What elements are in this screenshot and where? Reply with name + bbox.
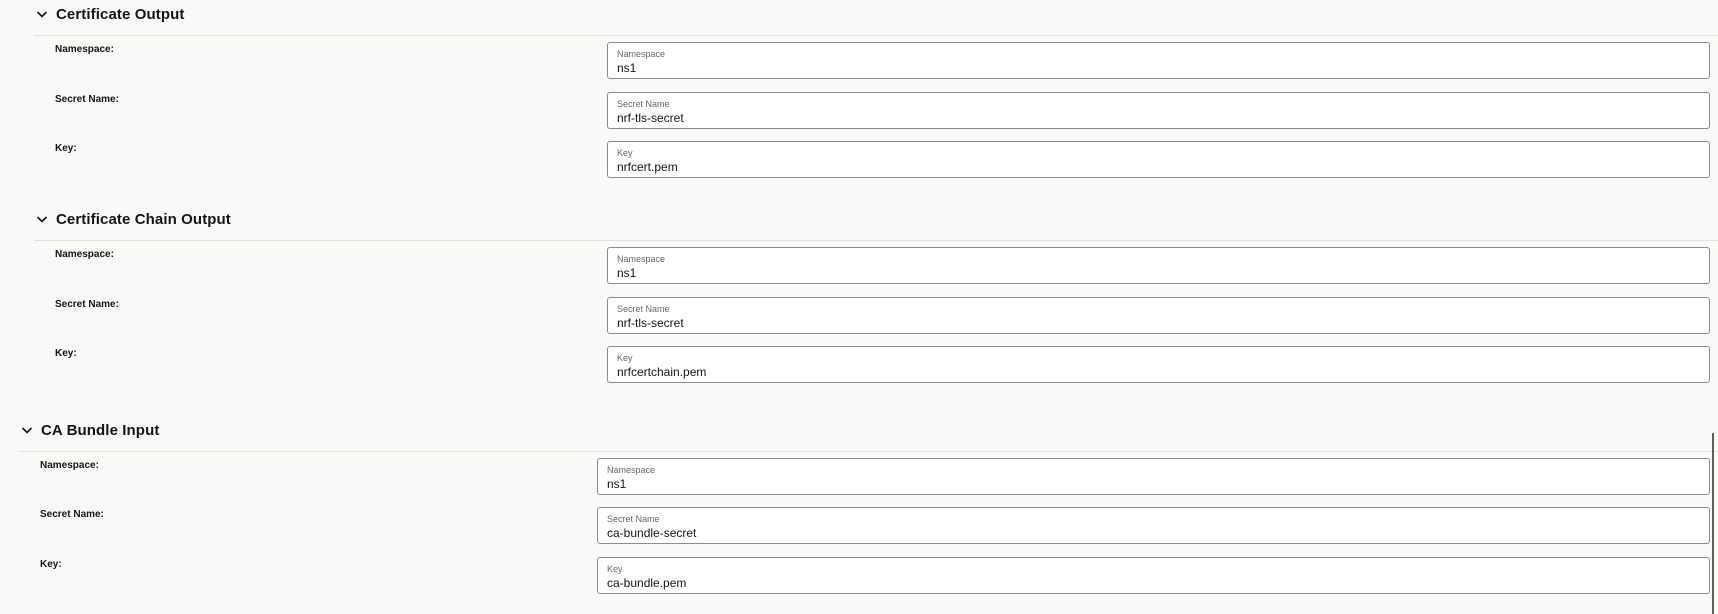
section-title: Certificate Output xyxy=(56,5,185,23)
section-header-ca-bundle-input[interactable]: CA Bundle Input xyxy=(19,419,159,441)
namespace-input[interactable] xyxy=(617,266,1608,280)
form-row-key: Key: Key xyxy=(55,346,1710,385)
secret-name-label: Secret Name: xyxy=(40,509,104,520)
secret-name-label: Secret Name: xyxy=(55,94,119,105)
namespace-label: Namespace: xyxy=(55,44,114,55)
section-header-certificate-output[interactable]: Certificate Output xyxy=(34,3,184,25)
field-caption: Namespace xyxy=(617,49,666,59)
namespace-label: Namespace: xyxy=(55,249,114,260)
namespace-field[interactable]: Namespace xyxy=(607,42,1710,79)
field-caption: Key xyxy=(607,564,623,574)
namespace-input[interactable] xyxy=(617,61,1608,75)
section-divider xyxy=(34,35,1718,36)
field-caption: Secret Name xyxy=(607,514,660,524)
field-caption: Key xyxy=(617,148,633,158)
form-row-namespace: Namespace: Namespace xyxy=(55,247,1710,286)
secret-name-label: Secret Name: xyxy=(55,299,119,310)
key-label: Key: xyxy=(40,559,62,570)
form-row-key: Key: Key xyxy=(40,557,1710,596)
form-row-secret-name: Secret Name: Secret Name xyxy=(55,297,1710,336)
section-title: CA Bundle Input xyxy=(41,421,160,439)
form-row-namespace: Namespace: Namespace xyxy=(55,42,1710,81)
chevron-down-icon[interactable] xyxy=(34,211,50,227)
form-row-secret-name: Secret Name: Secret Name xyxy=(40,507,1710,546)
field-caption: Namespace xyxy=(607,465,656,475)
form-row-namespace: Namespace: Namespace xyxy=(40,458,1710,497)
namespace-input[interactable] xyxy=(607,477,1607,491)
field-caption: Namespace xyxy=(617,254,666,264)
section-divider xyxy=(34,240,1718,241)
key-input[interactable] xyxy=(617,365,1608,379)
secret-name-input[interactable] xyxy=(617,316,1608,330)
section-divider xyxy=(19,451,1718,452)
form-row-secret-name: Secret Name: Secret Name xyxy=(55,92,1710,131)
key-label: Key: xyxy=(55,143,77,154)
namespace-field[interactable]: Namespace xyxy=(597,458,1710,495)
field-caption: Secret Name xyxy=(617,304,670,314)
key-input[interactable] xyxy=(617,160,1608,174)
field-caption: Secret Name xyxy=(617,99,670,109)
section-title: Certificate Chain Output xyxy=(56,210,231,228)
namespace-label: Namespace: xyxy=(40,460,99,471)
namespace-field[interactable]: Namespace xyxy=(607,247,1710,284)
key-label: Key: xyxy=(55,348,77,359)
secret-name-input[interactable] xyxy=(617,111,1608,125)
field-caption: Key xyxy=(617,353,633,363)
secret-name-field[interactable]: Secret Name xyxy=(597,507,1710,544)
secret-name-input[interactable] xyxy=(607,526,1607,540)
key-field[interactable]: Key xyxy=(607,346,1710,383)
key-input[interactable] xyxy=(607,576,1607,590)
secret-name-field[interactable]: Secret Name xyxy=(607,92,1710,129)
section-header-certificate-chain-output[interactable]: Certificate Chain Output xyxy=(34,208,231,230)
key-field[interactable]: Key xyxy=(607,141,1710,178)
key-field[interactable]: Key xyxy=(597,557,1710,594)
form-row-key: Key: Key xyxy=(55,141,1710,180)
chevron-down-icon[interactable] xyxy=(34,6,50,22)
secret-name-field[interactable]: Secret Name xyxy=(607,297,1710,334)
vertical-scrollbar[interactable] xyxy=(1712,433,1714,614)
chevron-down-icon[interactable] xyxy=(19,422,35,438)
